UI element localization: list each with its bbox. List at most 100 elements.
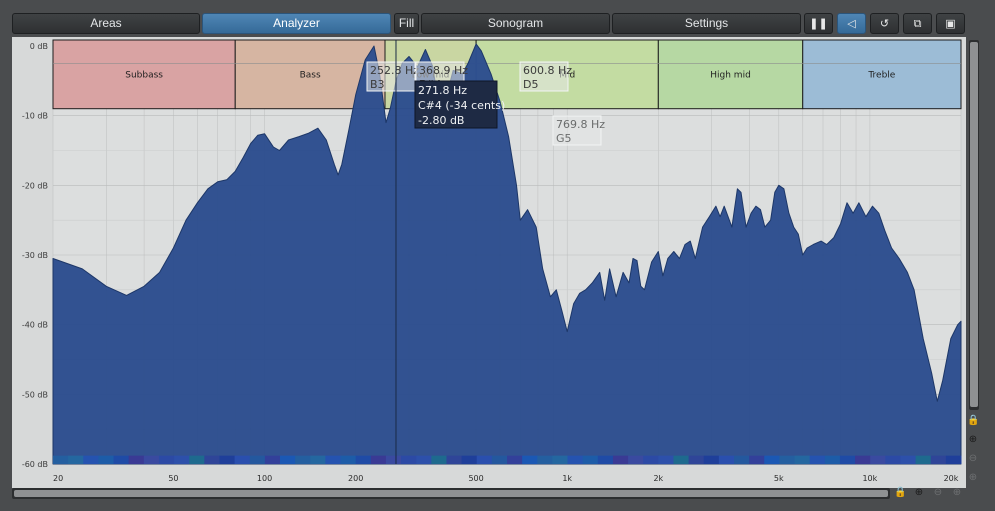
sonogram-cell [189, 455, 205, 464]
tab-sonogram[interactable]: Sonogram [421, 13, 610, 34]
sonogram-cell [219, 455, 236, 464]
sonogram-cell [612, 455, 629, 464]
sonogram-cell [143, 455, 160, 464]
sonogram-cell [158, 455, 175, 464]
tab-analyzer[interactable]: Analyzer [202, 13, 391, 34]
spectrum-graph[interactable]: 0 dB -10 dB -20 dB -30 dB -40 dB -50 dB -60 dB… [12, 37, 966, 488]
x-axis-label: 10k [862, 474, 877, 483]
sonogram-cell [552, 455, 569, 464]
sonogram-cell [98, 455, 115, 464]
lock-icon[interactable]: 🔒 [967, 415, 979, 427]
horizontal-scrollbar-thumb[interactable] [14, 490, 888, 497]
peak-tooltip-text: G5 [556, 132, 572, 145]
zoom-in-icon[interactable]: ⊕ [967, 434, 979, 446]
sonogram-cell [446, 455, 463, 464]
x-axis-label: 500 [468, 474, 483, 483]
x-axis-label: 50 [168, 474, 178, 483]
sonogram-cell [703, 455, 720, 464]
sonogram-cell [431, 455, 447, 464]
sonogram-cell [658, 455, 674, 464]
sonogram-cell [597, 455, 614, 464]
sonogram-cell [582, 455, 599, 464]
zoom-in-icon[interactable]: ⊕ [913, 487, 925, 499]
band-label: Bass [300, 70, 321, 80]
sonogram-cell [204, 455, 220, 464]
sonogram-cell [68, 455, 84, 464]
sonogram-cell [915, 455, 932, 464]
sonogram-cell [628, 455, 644, 464]
sonogram-cell [53, 455, 69, 464]
sonogram-cell [370, 455, 387, 464]
lock-icon[interactable]: 🔒 [894, 487, 906, 499]
sonogram-cell [340, 455, 357, 464]
sonogram-cell [673, 455, 690, 464]
sonogram-cell [567, 455, 584, 464]
zoom-fit-icon[interactable]: ⊕ [951, 487, 963, 499]
tab-settings[interactable]: Settings [612, 13, 801, 34]
x-axis-label: 5k [774, 474, 784, 483]
sonogram-cell [476, 455, 493, 464]
sonogram-cell [794, 455, 811, 464]
cursor-tooltip-text: C#4 (-34 cents) [418, 99, 505, 112]
sonogram-cell [749, 455, 765, 464]
pause-button[interactable]: ❚❚ [804, 13, 833, 34]
spectrum-plot[interactable]: 0 dB -10 dB -20 dB -30 dB -40 dB -50 dB -60 dB… [12, 37, 966, 488]
sonogram-cell [491, 455, 508, 464]
peak-tooltip-text: D5 [523, 78, 538, 91]
sonogram-cell [280, 455, 296, 464]
peak-tooltip-text: B3 [370, 78, 385, 91]
sonogram-cell [945, 455, 962, 464]
x-axis-label: 200 [348, 474, 363, 483]
y-axis-label: -50 dB [22, 390, 48, 399]
sonogram-cell [537, 455, 553, 464]
sonogram-cell [264, 455, 281, 464]
tab-fill[interactable]: Fill [394, 13, 419, 34]
sonogram-cell [522, 455, 538, 464]
sonogram-cell [310, 455, 326, 464]
speaker-select-icon: ◁ [847, 17, 856, 30]
peak-tooltip-text: 600.8 Hz [523, 64, 572, 77]
sonogram-cell [355, 455, 372, 464]
sonogram-cell [779, 455, 796, 464]
peak-tooltip-text: 769.8 Hz [556, 118, 605, 131]
y-axis-label: -20 dB [22, 181, 48, 190]
zoom-fit-icon[interactable]: ⊕ [967, 472, 979, 484]
sonogram-cell [401, 455, 417, 464]
x-axis-label: 20k [944, 474, 959, 483]
pause-icon: ❚❚ [809, 17, 828, 30]
vertical-scrollbar-thumb[interactable] [970, 42, 978, 407]
tab-areas[interactable]: Areas [12, 13, 200, 34]
sonogram-cell [809, 455, 826, 464]
sonogram-cell [839, 455, 856, 464]
sonogram-cell [870, 455, 886, 464]
sonogram-cell [885, 455, 901, 464]
y-axis-label: -30 dB [22, 251, 48, 260]
sonogram-cell [128, 455, 145, 464]
sonogram-cell [83, 455, 99, 464]
paste-icon: ▣ [945, 17, 956, 30]
band-label: Treble [867, 70, 895, 80]
y-axis-label: 0 dB [30, 42, 48, 51]
band-label: Subbass [125, 70, 163, 80]
horizontal-scrollbar[interactable] [12, 488, 890, 499]
sonogram-cell [113, 455, 130, 464]
reset-button[interactable]: ↺ [870, 13, 899, 34]
speaker-select-button[interactable]: ◁ [837, 13, 866, 34]
sonogram-cell [385, 455, 402, 464]
y-axis-label: -40 dB [22, 321, 48, 330]
sonogram-cell [855, 455, 871, 464]
paste-button[interactable]: ▣ [936, 13, 965, 34]
zoom-out-icon[interactable]: ⊖ [932, 487, 944, 499]
x-axis-label: 100 [257, 474, 272, 483]
x-axis-label: 1k [562, 474, 572, 483]
sonogram-cell [234, 455, 251, 464]
x-axis-label: 20 [53, 474, 63, 483]
copy-button[interactable]: ⧉ [903, 13, 932, 34]
sonogram-cell [461, 455, 478, 464]
vertical-scrollbar[interactable] [969, 40, 979, 410]
zoom-out-icon[interactable]: ⊖ [967, 453, 979, 465]
sonogram-cell [930, 455, 947, 464]
sonogram-cell [174, 455, 190, 464]
sonogram-cell [249, 455, 266, 464]
band-label: High mid [710, 70, 751, 80]
